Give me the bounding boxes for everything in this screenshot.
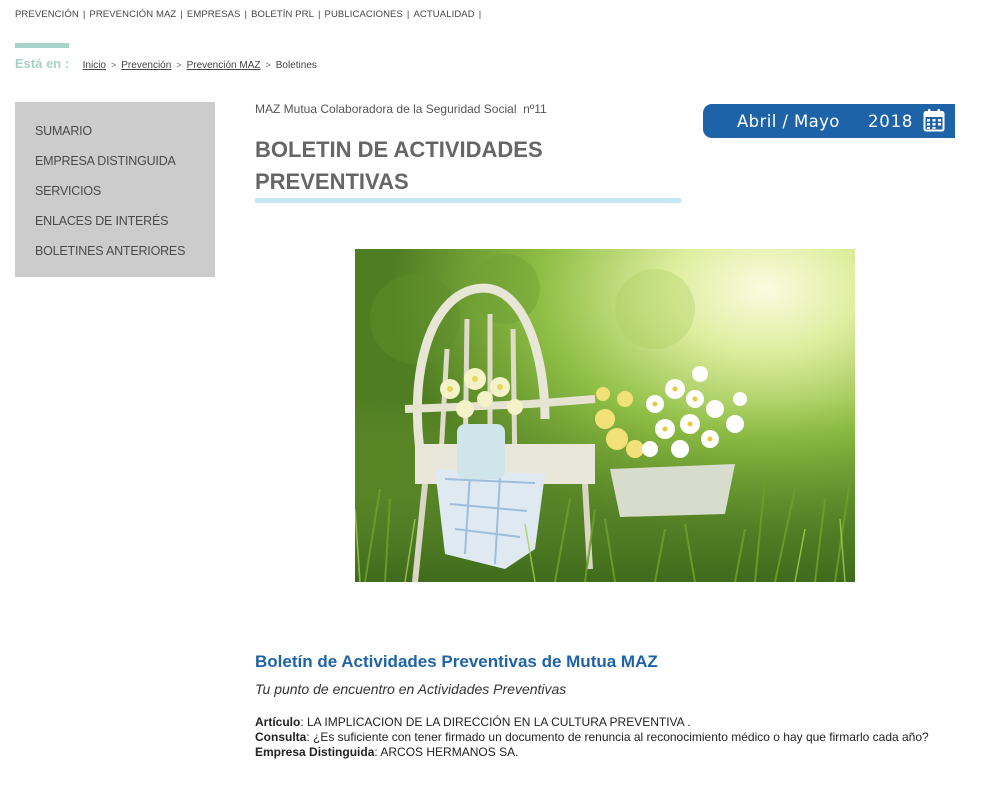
title-underline — [255, 198, 681, 203]
date-badge: Abril / Mayo 2018 — [703, 104, 955, 138]
sidebar-item-sumario[interactable]: SUMARIO — [15, 120, 215, 150]
nav-link-publicaciones[interactable]: PUBLICACIONES — [325, 9, 403, 20]
calendar-icon — [923, 109, 945, 132]
hero-image — [355, 249, 855, 582]
intro-heading: Boletín de Actividades Preventivas de Mu… — [255, 652, 658, 671]
empresa-text: : ARCOS HERMANOS SA. — [374, 745, 519, 759]
bulletin-summary: Artículo: LA IMPLICACION DE LA DIRECCIÓN… — [255, 715, 955, 760]
breadcrumb-link-inicio[interactable]: Inicio — [83, 60, 106, 71]
articulo-label: Artículo — [255, 715, 301, 729]
nav-separator: | — [82, 9, 86, 20]
nav-link-actualidad[interactable]: ACTUALIDAD — [414, 9, 475, 20]
top-navigation: PREVENCIÓN | PREVENCIÓN MAZ | EMPRESAS | BOLET… — [15, 9, 485, 20]
nav-link-empresas[interactable]: EMPRESAS — [187, 9, 241, 20]
breadcrumb-separator: > — [265, 60, 271, 70]
date-year: 2018 — [868, 112, 914, 131]
summary-consulta[interactable]: Consulta: ¿Es suficiente con tener firma… — [255, 730, 955, 745]
consulta-text: : ¿Es suficiente con tener firmado un do… — [306, 730, 929, 744]
breadcrumb-link-prevencion[interactable]: Prevención — [121, 60, 171, 71]
nav-separator: | — [180, 9, 183, 20]
nav-separator: | — [317, 9, 321, 20]
breadcrumb-separator: > — [176, 60, 182, 70]
summary-empresa[interactable]: Empresa Distinguida: ARCOS HERMANOS SA. — [255, 745, 955, 760]
nav-link-prevencion[interactable]: PREVENCIÓN — [15, 9, 79, 20]
summary-articulo[interactable]: Artículo: LA IMPLICACION DE LA DIRECCIÓN… — [255, 715, 955, 730]
page-title: BOLETIN DE ACTIVIDADES PREVENTIVAS — [255, 134, 685, 198]
empresa-label: Empresa Distinguida — [255, 745, 375, 759]
intro-tagline: Tu punto de encuentro en Actividades Pre… — [255, 681, 567, 697]
sidebar-item-enlaces[interactable]: ENLACES DE INTERÉS — [15, 210, 215, 240]
breadcrumb-current: Boletines — [275, 60, 317, 71]
nav-separator: | — [478, 9, 482, 20]
breadcrumb-separator: > — [111, 60, 117, 70]
breadcrumb-accent-bar — [15, 43, 69, 48]
nav-separator: | — [244, 9, 248, 20]
sidebar-menu: SUMARIO EMPRESA DISTINGUIDA SERVICIOS EN… — [15, 102, 215, 277]
nav-link-boletin-prl[interactable]: BOLETÍN PRL — [251, 9, 314, 20]
page-title-line2: PREVENTIVAS — [255, 169, 409, 194]
garden-photo-illustration — [355, 249, 855, 582]
page-title-line1: BOLETIN DE ACTIVIDADES — [255, 137, 543, 162]
sidebar-item-boletines-anteriores[interactable]: BOLETINES ANTERIORES — [15, 240, 215, 270]
breadcrumb: Está en : Inicio > Prevención > Prevención M… — [15, 55, 317, 73]
consulta-label: Consulta — [255, 730, 307, 744]
nav-link-prevencion-maz[interactable]: PREVENCIÓN MAZ — [89, 9, 176, 20]
breadcrumb-link-prevencion-maz[interactable]: Prevención MAZ — [187, 60, 261, 71]
breadcrumb-label: Está en : — [15, 56, 70, 71]
publisher-line: MAZ Mutua Colaboradora de la Seguridad S… — [255, 102, 547, 116]
date-months: Abril / Mayo — [737, 112, 840, 131]
articulo-text: : LA IMPLICACION DE LA DIRECCIÓN EN LA C… — [300, 715, 691, 729]
sidebar-item-servicios[interactable]: SERVICIOS — [15, 180, 215, 210]
nav-separator: | — [406, 9, 410, 20]
sidebar-item-empresa-distinguida[interactable]: EMPRESA DISTINGUIDA — [15, 150, 215, 180]
